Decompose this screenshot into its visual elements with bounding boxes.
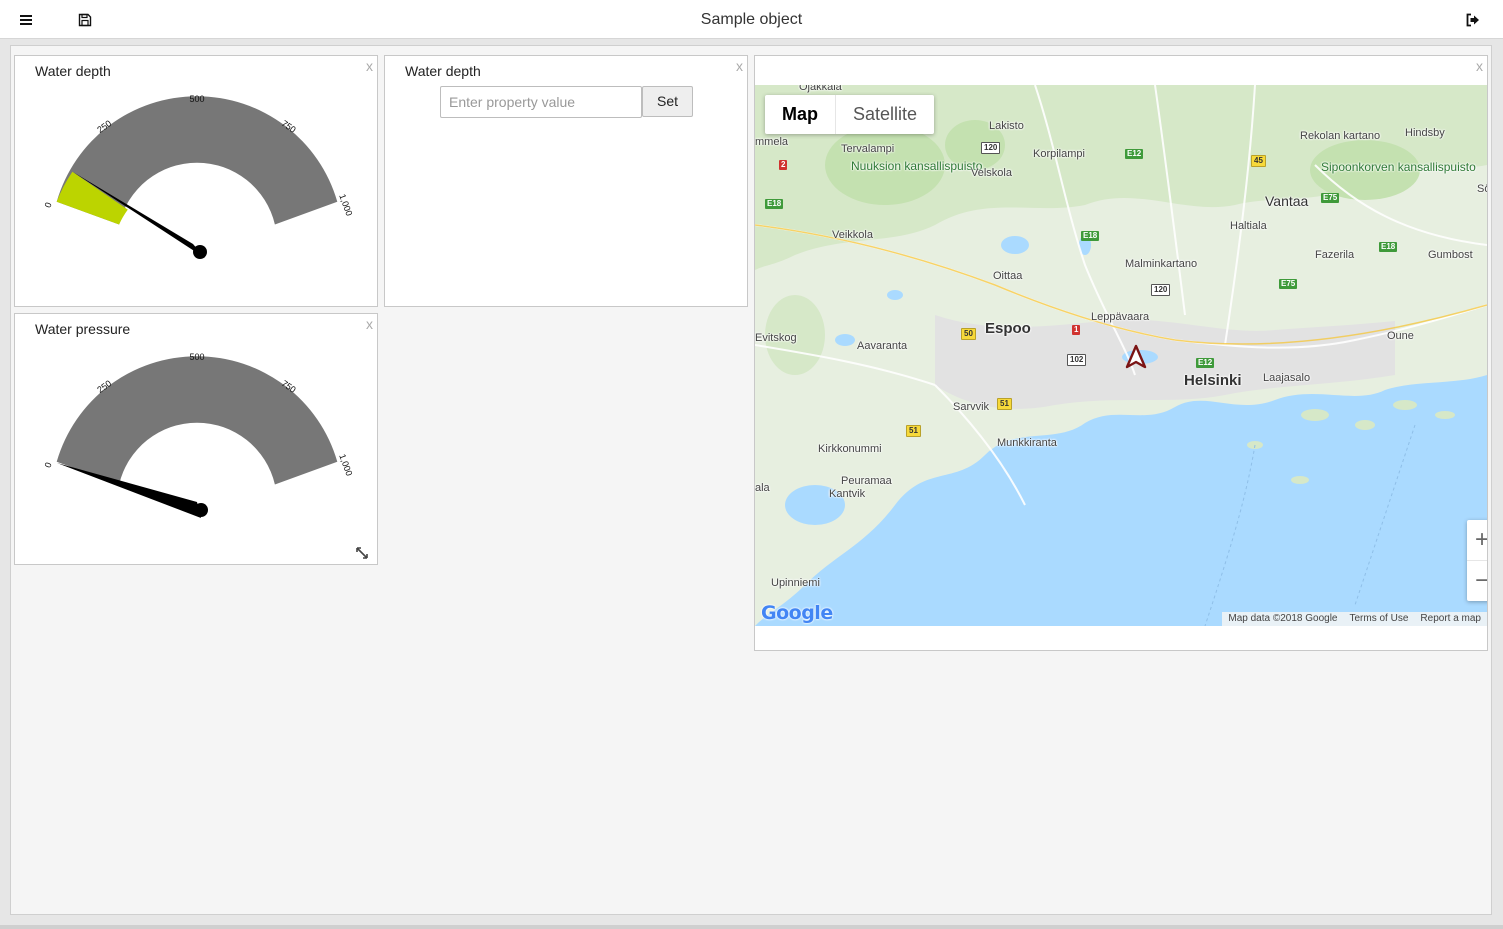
zoom-out-button[interactable]: − (1467, 561, 1487, 601)
map-label: Ojakkala (799, 85, 842, 93)
map-type-satellite-button[interactable]: Satellite (835, 95, 934, 134)
road-shield: 51 (906, 425, 921, 437)
map-label: Malminkartano (1125, 258, 1198, 270)
gauge-tick-label: 1,000 (337, 453, 354, 478)
map-label: Sipoonkorven kansallispuisto (1321, 160, 1476, 174)
map-label: Hindsby (1405, 127, 1445, 139)
map-label: Nuuksion kansallispuisto (851, 159, 983, 173)
report-map-error-link[interactable]: Report a map (1414, 612, 1487, 626)
map-label: mmela (755, 136, 789, 148)
map-label: Oune (1387, 330, 1414, 342)
gauge-tick-label: 500 (189, 352, 204, 362)
map-attribution: Map data ©2018 Google Terms of Use Repor… (1222, 612, 1487, 626)
map-label: Upinniemi (771, 577, 820, 589)
road-shield: E18 (765, 199, 784, 209)
dashboard-workspace: Water depth x 0 250 500 750 1,000 Water … (10, 45, 1492, 915)
close-widget-button[interactable]: x (736, 58, 743, 74)
close-widget-button[interactable]: x (1476, 58, 1483, 74)
navigation-arrow-icon[interactable] (1125, 344, 1147, 370)
map-label: Oittaa (993, 270, 1023, 282)
map-type-map-button[interactable]: Map (765, 95, 835, 134)
road-shield: E12 (1125, 149, 1144, 159)
zoom-control: + − (1467, 520, 1487, 601)
zoom-in-button[interactable]: + (1467, 520, 1487, 561)
gauge-needle (57, 463, 201, 518)
map-label: Haltiala (1230, 220, 1267, 232)
map-label: Fazerila (1315, 249, 1355, 261)
map-label: Peuramaa (841, 475, 892, 487)
gauge-needle-hub (194, 503, 208, 517)
gauge-tick-label: 0 (43, 461, 54, 469)
map-label: Gumbost (1428, 249, 1473, 261)
map-label: Espoo (985, 320, 1031, 337)
map-label: Laajasalo (1263, 372, 1311, 384)
road-shield: E18 (1081, 231, 1100, 241)
map-label: Helsinki (1184, 372, 1242, 389)
gauge-track (56, 356, 338, 485)
map-widget: x Ojakkala Lakisto Rekolan kartano Hinds… (754, 55, 1488, 651)
top-bar: Sample object (0, 0, 1503, 39)
map-label: Leppävaara (1091, 311, 1150, 323)
map-label: Munkkiranta (997, 437, 1057, 449)
map-label: Aavaranta (857, 340, 908, 352)
road-shield: 1 (1072, 325, 1081, 335)
gauge-needle-hub (193, 245, 207, 259)
road-shield: 51 (997, 398, 1012, 410)
map-label: Lakisto (989, 120, 1024, 132)
map-label: Veikkola (832, 229, 873, 241)
google-logo[interactable]: Google (761, 602, 833, 624)
map-label: ala (755, 482, 770, 494)
map-label: Tervalampi (841, 143, 895, 155)
map-label: Sö (1477, 183, 1487, 195)
gauge-tick-label: 0 (43, 201, 54, 209)
map-label: Vantaa (1265, 193, 1309, 209)
map-label: Kantvik (829, 488, 866, 500)
road-shield: 2 (779, 160, 788, 170)
water-depth-input-widget: Water depth x Set (384, 55, 748, 307)
map-label: Kirkkonummi (818, 443, 882, 455)
map-canvas[interactable]: Ojakkala Lakisto Rekolan kartano Hindsby… (755, 85, 1487, 626)
road-shield: 45 (1251, 155, 1266, 167)
map-label: Velskola (971, 167, 1012, 179)
water-pressure-gauge: 0 250 500 750 1,000 (43, 352, 354, 518)
gauge-tick-label: 1,000 (337, 193, 354, 218)
map-data-credit: Map data ©2018 Google (1228, 613, 1338, 624)
water-pressure-gauge-widget: Water pressure x 0 250 500 750 1,000 (14, 313, 378, 565)
map-label: Rekolan kartano (1300, 130, 1381, 142)
water-depth-gauge-widget: Water depth x 0 250 500 750 1,000 (14, 55, 378, 307)
map-label: Sarvvik (953, 401, 990, 413)
logo-text: Google (761, 602, 833, 624)
road-shield: E75 (1279, 279, 1298, 289)
map-label: Evitskog (755, 332, 797, 344)
road-shield: E18 (1379, 242, 1398, 252)
set-button[interactable]: Set (642, 86, 693, 117)
terms-of-use-link[interactable]: Terms of Use (1344, 612, 1415, 626)
map-label: Korpilampi (1033, 148, 1085, 160)
map-type-control: Map Satellite (765, 95, 935, 134)
road-shield: E12 (1196, 358, 1215, 368)
road-shield: 120 (981, 142, 1001, 154)
page-title: Sample object (700, 11, 803, 28)
water-depth-gauge: 0 250 500 750 1,000 (43, 94, 354, 259)
resize-diagonal-icon[interactable] (355, 546, 369, 560)
road-shield: 120 (1151, 284, 1171, 296)
logout-icon[interactable] (1462, 9, 1484, 31)
property-value-input[interactable] (440, 86, 642, 118)
road-shield: 50 (961, 328, 976, 340)
road-shield: 102 (1067, 354, 1087, 366)
bottom-border (0, 925, 1503, 929)
widget-title: Water depth (405, 63, 481, 79)
road-shield: E75 (1321, 193, 1340, 203)
gauge-tick-label: 500 (189, 94, 204, 104)
